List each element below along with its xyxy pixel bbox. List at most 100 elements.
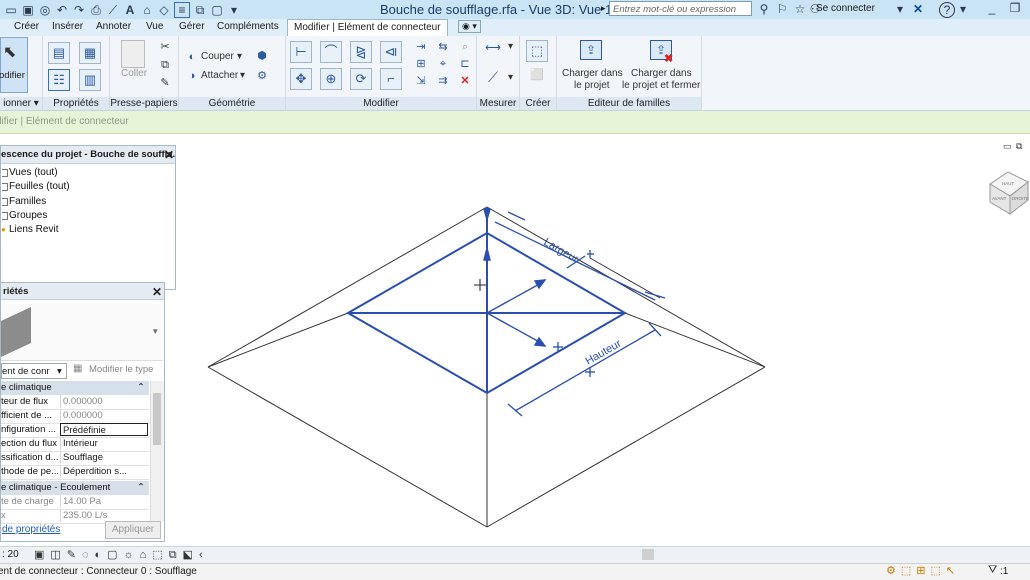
canvas-minimize-icon[interactable]: ▭ xyxy=(1003,141,1012,151)
exchange-apps-icon[interactable]: ✕ xyxy=(911,2,925,16)
help-icon[interactable]: ? xyxy=(939,2,955,18)
select-panel-label[interactable]: ionner ▾ xyxy=(0,97,42,110)
group-header[interactable]: e climatique ⌃ xyxy=(1,381,149,395)
filter-icon[interactable]: ⛛ xyxy=(988,564,997,577)
property-row[interactable]: ection du flux Intérieur xyxy=(1,437,149,452)
trim-multiple-icon[interactable]: ⇉ xyxy=(436,74,450,88)
open-icon[interactable]: ▭ xyxy=(4,3,18,17)
tab-inserer[interactable]: Insérer xyxy=(52,21,83,32)
dimension-hauteur-label[interactable]: Hauteur xyxy=(584,337,624,367)
pin-icon[interactable]: ⌖ xyxy=(436,57,450,71)
selection-filter-icons[interactable]: ⚙⬚⊞⬚↖ xyxy=(886,564,960,577)
join-dropdown-icon[interactable]: ▾ xyxy=(240,70,245,81)
save-icon[interactable]: ▣ xyxy=(21,3,35,17)
rotate-icon[interactable]: ⟳ xyxy=(350,68,372,90)
measure-distance-icon[interactable]: ⟷ xyxy=(481,41,505,55)
view-control-icons[interactable]: ▣◫✎◌◐▢☼⌂⬚⧉⬕‹ xyxy=(34,548,209,562)
void-icon[interactable]: ⬢ xyxy=(255,49,269,63)
canvas-restore-icon[interactable]: ⧉ xyxy=(1016,141,1023,151)
property-row[interactable]: nfiguration ... Prédéfinie xyxy=(1,423,149,438)
extend-icon[interactable]: ⊏ xyxy=(458,57,472,71)
cut-dropdown-icon[interactable]: ▾ xyxy=(237,51,242,62)
edit-type-button[interactable]: Modifier le type xyxy=(89,364,153,375)
section-icon[interactable]: ◇ xyxy=(157,3,171,17)
cut-icon[interactable]: ✂ xyxy=(158,40,172,54)
property-row[interactable]: thode de pe... Déperdition s... xyxy=(1,465,149,480)
load-into-project-button[interactable]: ⇪ Charger dans le projet xyxy=(560,37,623,95)
drawing-canvas[interactable]: Largeur Hauteur HAUT AVANT DROITE ▭ ⧉ xyxy=(180,136,1030,546)
move-icon[interactable]: ✥ xyxy=(290,68,312,90)
dimension-largeur-label[interactable]: Largeur xyxy=(542,236,581,266)
apply-button[interactable]: Appliquer xyxy=(105,521,161,539)
sign-in-dropdown-icon[interactable]: ▾ xyxy=(893,2,907,16)
browser-item-liens-revit[interactable]: Liens Revit xyxy=(9,224,58,235)
tab-creer[interactable]: Créer xyxy=(14,21,39,32)
mirror-draw-icon[interactable]: ⧏ xyxy=(380,41,402,63)
3d-view-icon[interactable]: ⌂ xyxy=(140,3,154,17)
binoculars-icon[interactable]: ⚲ xyxy=(757,2,771,16)
split-icon[interactable]: ⇥ xyxy=(414,40,428,54)
switch-windows-icon[interactable]: ▢ xyxy=(210,3,224,17)
properties-toggle-icon[interactable]: ☷ xyxy=(48,69,70,91)
copy-icon[interactable]: ⧉ xyxy=(158,58,172,72)
browser-item-vues[interactable]: Vues (tout) xyxy=(9,167,58,178)
tab-modifier-connector[interactable]: Modifier | Elément de connecteur xyxy=(287,19,448,36)
thin-lines-icon[interactable]: ≡ xyxy=(174,1,190,18)
subscription-icon[interactable]: ⚐ xyxy=(775,2,789,16)
restore-icon[interactable]: ❐ xyxy=(1008,1,1022,15)
array-icon[interactable]: ⊞ xyxy=(414,57,428,71)
undo-icon[interactable]: ↶ xyxy=(55,3,69,17)
project-browser-close-icon[interactable]: ✕ xyxy=(164,148,174,162)
minimize-icon[interactable]: _ xyxy=(985,1,999,15)
help-dropdown-icon[interactable]: ▾ xyxy=(956,2,970,16)
join-geometry-icon[interactable]: ◑ xyxy=(185,69,199,83)
family-category-icon[interactable]: ▥ xyxy=(79,69,101,91)
sync-icon[interactable]: ◎ xyxy=(38,3,52,17)
align-icon[interactable]: ⊢ xyxy=(290,41,312,63)
qat-dropdown-icon[interactable]: ▾ xyxy=(227,3,241,17)
trim-extend-icon[interactable]: ⌐ xyxy=(380,68,402,90)
scale-label[interactable]: : 20 xyxy=(2,549,19,560)
tab-annoter[interactable]: Annoter xyxy=(96,21,131,32)
type-properties-icon[interactable]: ▦ xyxy=(79,42,101,64)
cut-geometry-icon[interactable]: ◐ xyxy=(185,50,199,64)
paste-icon[interactable] xyxy=(121,40,145,68)
modify-tool-button[interactable]: ⬉ odifier xyxy=(0,37,28,93)
viewcube[interactable]: HAUT AVANT DROITE xyxy=(989,171,1029,216)
redo-icon[interactable]: ↷ xyxy=(72,3,86,17)
property-row[interactable]: ssification d... Soufflage xyxy=(1,451,149,466)
measure-dropdown-icon[interactable]: ▾ xyxy=(508,41,513,52)
property-row[interactable]: te de charge 14.00 Pa xyxy=(1,495,149,510)
browser-item-groupes[interactable]: Groupes xyxy=(9,210,47,221)
scrollbar-thumb[interactable] xyxy=(153,393,161,445)
measure-icon[interactable]: ⟋ xyxy=(106,3,120,17)
tab-gerer[interactable]: Gérer xyxy=(179,21,205,32)
properties-help-link[interactable]: de propriétés xyxy=(2,524,60,535)
split-gap-icon[interactable]: ⇆ xyxy=(436,40,450,54)
scale-icon[interactable]: ⇲ xyxy=(414,74,428,88)
split-face-icon[interactable]: ⚙ xyxy=(255,69,269,83)
unpin-icon[interactable]: ⌕ xyxy=(458,40,472,54)
close-hidden-icon[interactable]: ⧉ xyxy=(193,3,207,17)
match-properties-icon[interactable]: ✎ xyxy=(158,76,172,90)
dimension-icon[interactable]: ⟋ xyxy=(481,70,505,84)
tab-complements[interactable]: Compléments xyxy=(217,21,279,32)
create-similar-icon[interactable]: ⬚ xyxy=(526,40,548,62)
create-group-icon[interactable]: ⬜ xyxy=(530,68,544,82)
cut-geometry-label[interactable]: Couper xyxy=(201,51,234,62)
property-row[interactable]: fficient de ... 0.000000 xyxy=(1,409,149,424)
properties-scrollbar[interactable] xyxy=(150,381,164,521)
offset-icon[interactable]: ⌒ xyxy=(320,41,342,63)
mirror-axis-icon[interactable]: ⧎ xyxy=(350,41,372,63)
load-into-project-and-close-button[interactable]: ⇪ ✖ Charger dans le projet et fermer xyxy=(621,37,700,95)
favorites-star-icon[interactable]: ☆ xyxy=(793,2,807,16)
properties-close-icon[interactable]: ✕ xyxy=(152,285,162,299)
sign-in-link[interactable]: Se connecter xyxy=(816,3,875,14)
browser-item-feuilles[interactable]: Feuilles (tout) xyxy=(9,181,70,192)
search-input[interactable]: Entrez mot-clé ou expression xyxy=(609,1,752,16)
dimension-dropdown-icon[interactable]: ▾ xyxy=(508,72,513,83)
type-dropdown-icon[interactable]: ▾ xyxy=(153,326,158,337)
type-selector[interactable]: ent de conr ▾ xyxy=(1,363,67,379)
join-geometry-label[interactable]: Attacher xyxy=(201,70,238,81)
delete-icon[interactable]: ✕ xyxy=(458,74,472,88)
